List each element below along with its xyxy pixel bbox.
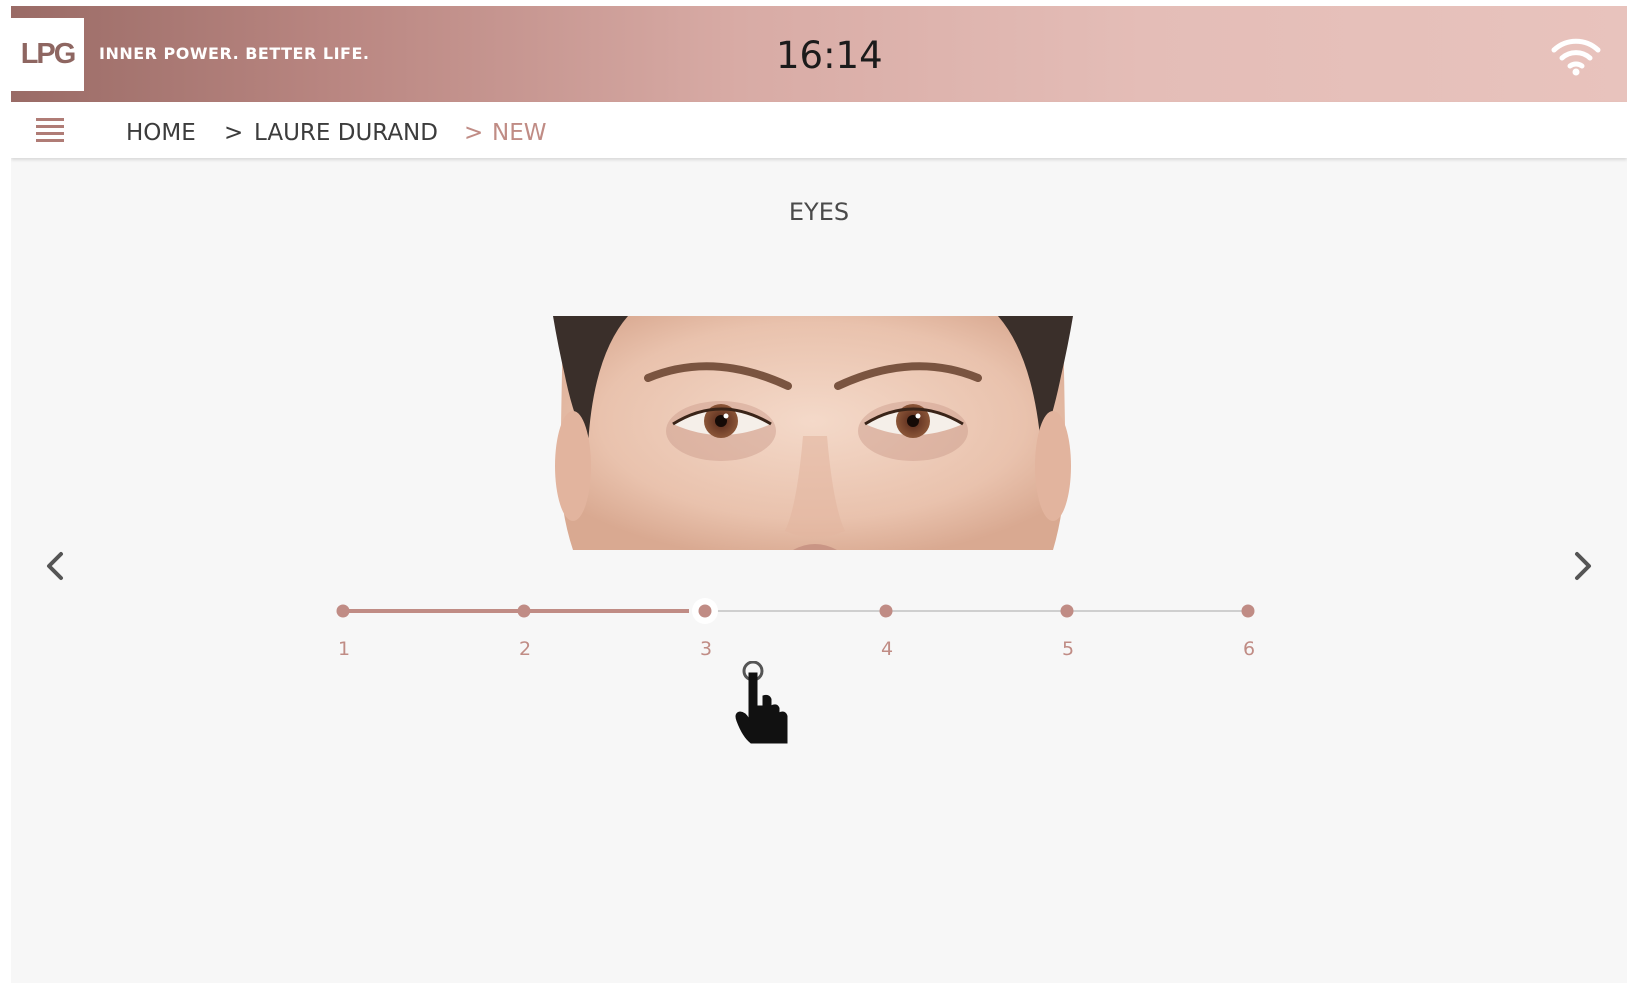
level-slider[interactable]: 1 2 3 4 5 6	[311, 591, 1311, 711]
slider-tick-dot[interactable]	[517, 604, 531, 618]
logo-text: LPG	[20, 38, 77, 70]
slider-tick-dot[interactable]	[1060, 604, 1074, 618]
slider-tick-label: 1	[338, 638, 350, 660]
hamburger-menu-icon[interactable]	[36, 116, 64, 144]
breadcrumb-separator: >	[464, 120, 484, 146]
touch-pointer-icon	[735, 661, 788, 744]
slider-tick-label: 2	[519, 638, 531, 660]
chevron-right-icon[interactable]	[1567, 546, 1597, 586]
slider-tick-label: 5	[1062, 638, 1074, 660]
breadcrumb-current: NEW	[492, 120, 547, 146]
slider-tick-label: 6	[1243, 638, 1255, 660]
slider-tick-dot[interactable]	[1241, 604, 1255, 618]
breadcrumb-client[interactable]: LAURE DURAND	[254, 120, 438, 146]
slider-tick-dot[interactable]	[336, 604, 350, 618]
slider-tick-label: 4	[881, 638, 893, 660]
clock: 16:14	[776, 34, 883, 77]
breadcrumb: HOME > LAURE DURAND > NEW	[11, 102, 1627, 158]
app-window: LPG INNER POWER. BETTER LIFE. 16:14 HOME…	[11, 6, 1627, 983]
section-title: EYES	[788, 198, 850, 226]
eyes-photo	[553, 316, 1073, 550]
breadcrumb-separator: >	[224, 120, 244, 146]
slider-tick-dot[interactable]	[879, 604, 893, 618]
wifi-icon	[1551, 38, 1601, 76]
slider-tick-label: 3	[700, 638, 712, 660]
lpg-logo: LPG	[11, 18, 84, 91]
top-header: LPG INNER POWER. BETTER LIFE. 16:14	[11, 6, 1627, 102]
brand-tagline: INNER POWER. BETTER LIFE.	[99, 44, 370, 63]
slider-tick-dot[interactable]	[698, 604, 712, 618]
chevron-left-icon[interactable]	[41, 546, 71, 586]
breadcrumb-home[interactable]: HOME	[126, 120, 196, 146]
